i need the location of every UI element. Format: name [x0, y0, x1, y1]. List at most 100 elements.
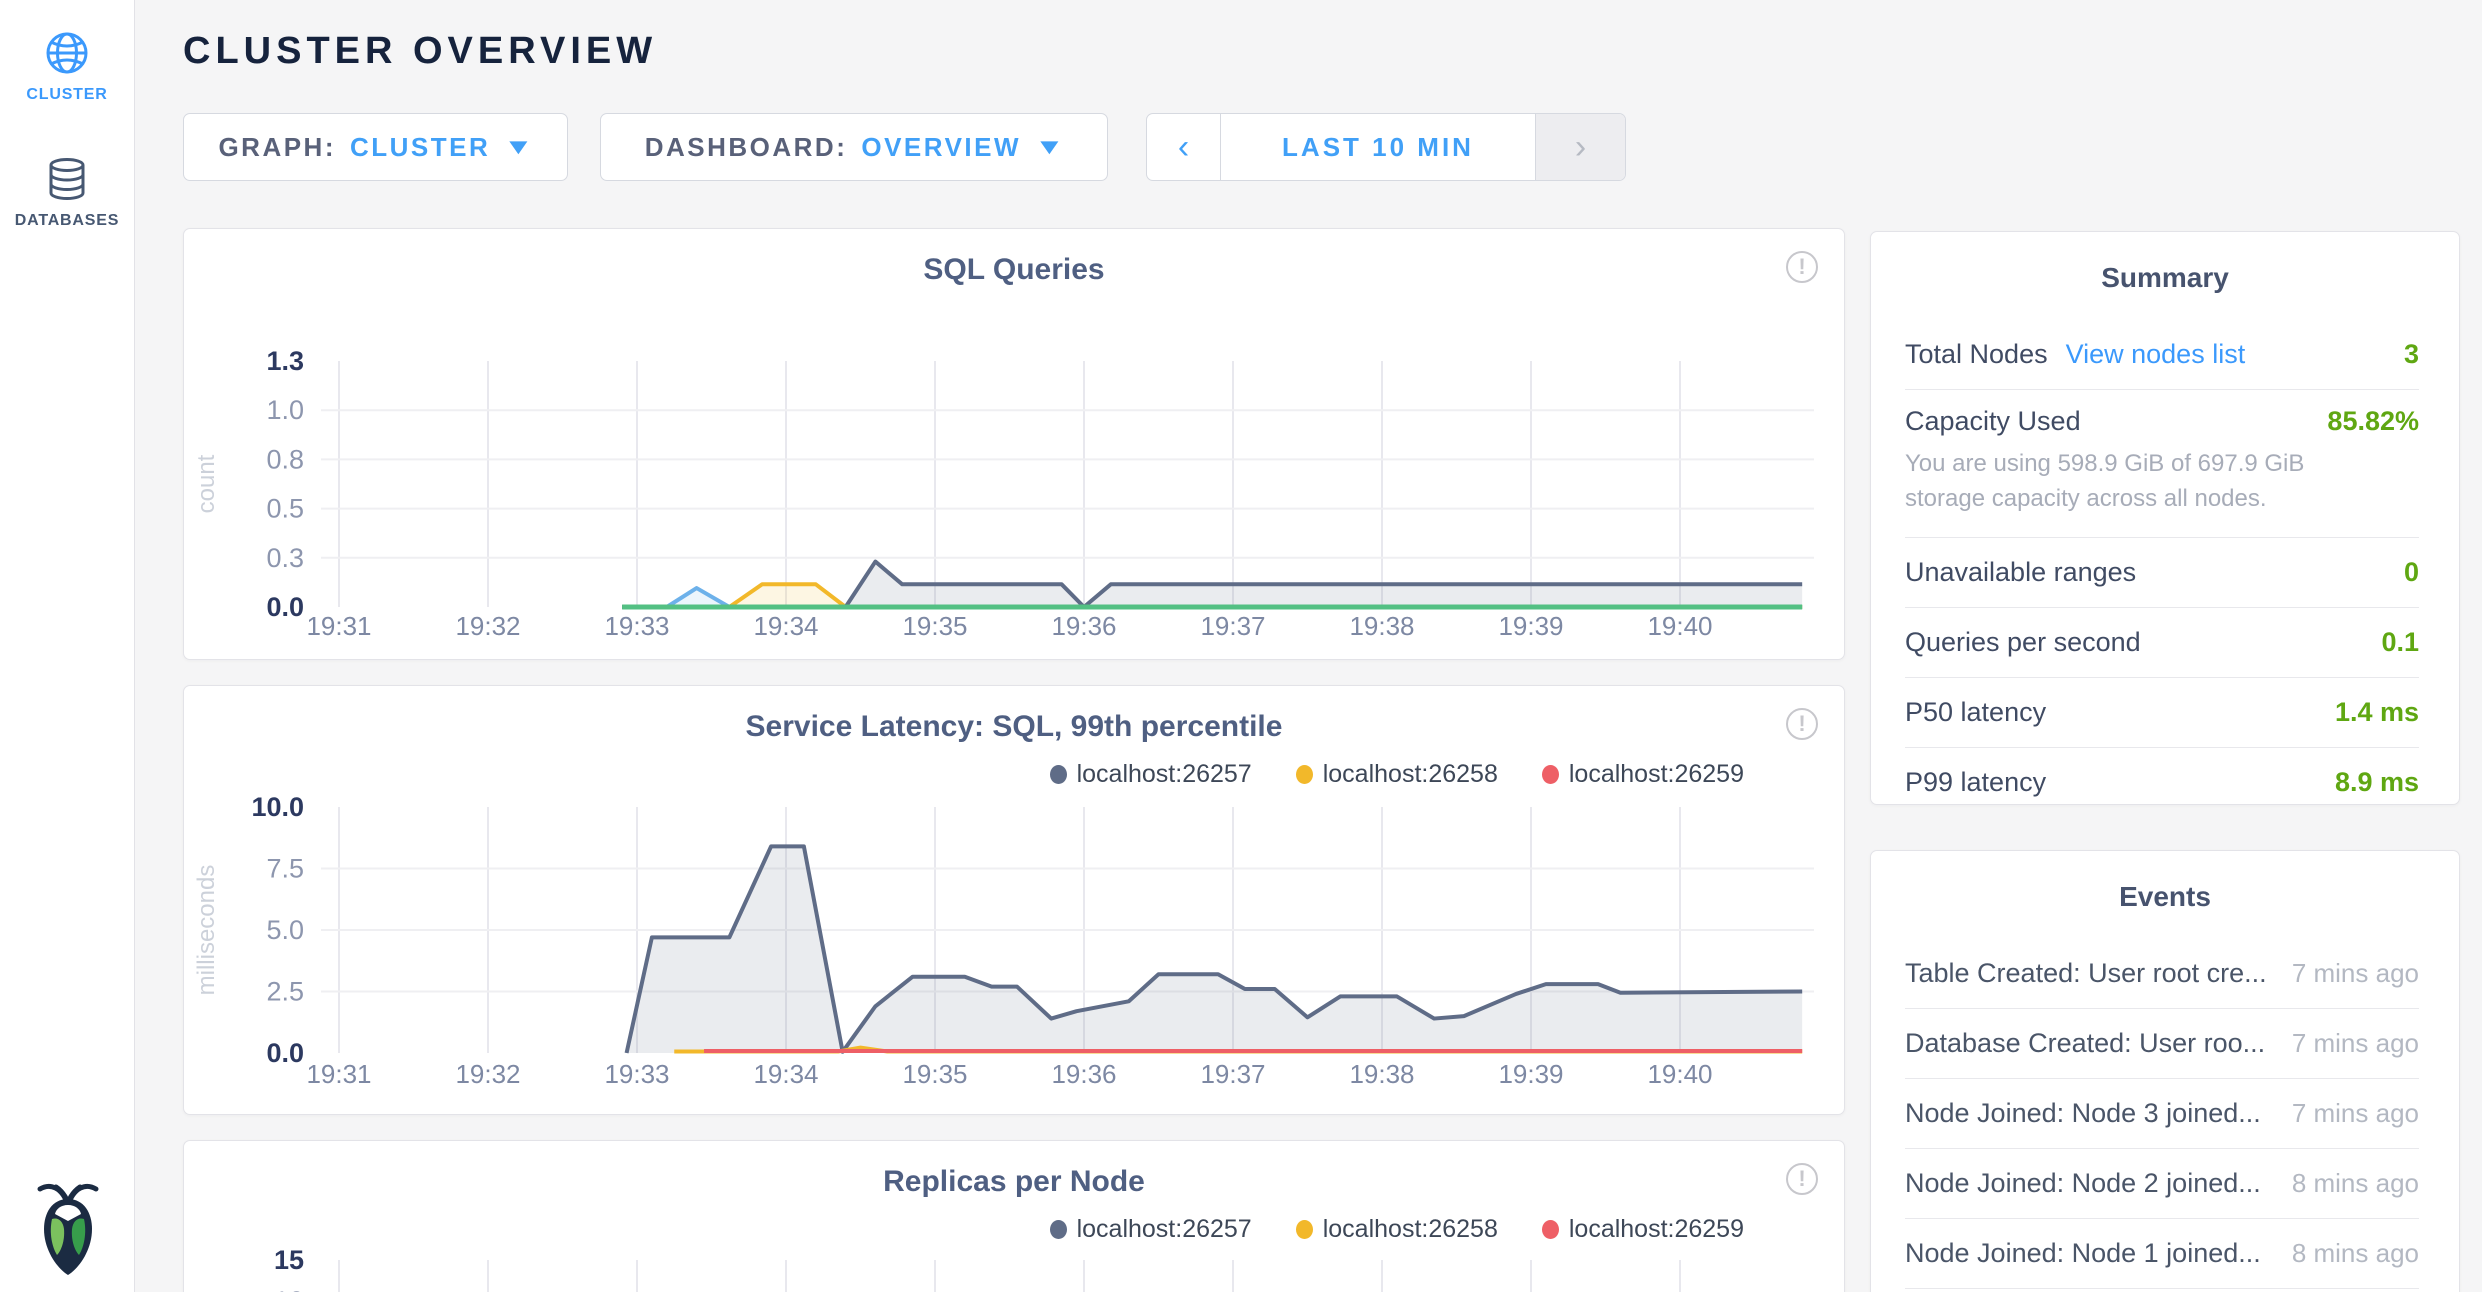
view-nodes-list-link[interactable]: View nodes list	[2066, 339, 2246, 370]
svg-text:5.0: 5.0	[266, 915, 304, 945]
svg-text:1.3: 1.3	[266, 349, 304, 376]
event-text: Node Joined: Node 2 joined...	[1905, 1168, 2261, 1199]
summary-value: 1.4 ms	[2335, 697, 2419, 728]
summary-value: 0.1	[2381, 627, 2419, 658]
summary-panel: Summary Total Nodes View nodes list 3 Ca…	[1870, 231, 2460, 805]
svg-text:10: 10	[274, 1286, 304, 1292]
chart-card-sql-queries: SQL Queries ! 19:3119:3219:3319:3419:351…	[183, 228, 1845, 660]
summary-value: 8.9 ms	[2335, 767, 2419, 798]
event-row[interactable]: Database Created: User roo... 7 mins ago	[1905, 1009, 2419, 1079]
event-row[interactable]: Node Joined: Node 3 joined... 7 mins ago	[1905, 1079, 2419, 1149]
event-text: Node Joined: Node 1 joined...	[1905, 1238, 2261, 1269]
legend-item[interactable]: localhost:26258	[1296, 1215, 1498, 1244]
summary-row-p50-latency: P50 latency 1.4 ms	[1905, 678, 2419, 748]
summary-row-p99-latency: P99 latency 8.9 ms	[1905, 748, 2419, 818]
database-icon	[44, 156, 90, 202]
summary-row-capacity-used: Capacity Used 85.82% You are using 598.9…	[1905, 390, 2419, 538]
event-text: Table Created: User root cre...	[1905, 958, 2267, 989]
legend-dot-icon	[1050, 1220, 1067, 1239]
svg-text:1.0: 1.0	[266, 395, 304, 425]
time-range-selector: ‹ LAST 10 MIN ›	[1146, 113, 1626, 181]
chart-title: SQL Queries	[184, 253, 1844, 287]
chart-legend: localhost:26257 localhost:26258 localhost:…	[1050, 758, 1744, 790]
svg-text:19:31: 19:31	[306, 611, 371, 641]
svg-text:19:39: 19:39	[1498, 1059, 1563, 1089]
chart-card-replicas-per-node: Replicas per Node ! localhost:26257local…	[183, 1140, 1845, 1292]
svg-text:19:39: 19:39	[1498, 611, 1563, 641]
svg-text:19:38: 19:38	[1349, 1059, 1414, 1089]
event-row[interactable]: Node Joined: Node 2 joined... 8 mins ago	[1905, 1149, 2419, 1219]
legend-label: localhost:26257	[1077, 760, 1252, 789]
sidebar-item-label: CLUSTER	[0, 86, 134, 104]
svg-text:7.5: 7.5	[266, 854, 304, 884]
legend-item[interactable]: localhost:26259	[1542, 1215, 1744, 1244]
svg-text:0.0: 0.0	[266, 1038, 304, 1068]
chart-title: Service Latency: SQL, 99th percentile	[184, 710, 1844, 744]
summary-label: Queries per second	[1905, 627, 2141, 658]
svg-text:0.8: 0.8	[266, 444, 304, 474]
svg-text:19:35: 19:35	[902, 1059, 967, 1089]
info-icon[interactable]: !	[1786, 251, 1818, 283]
svg-text:milliseconds: milliseconds	[193, 865, 220, 996]
page-title: CLUSTER OVERVIEW	[183, 30, 657, 73]
summary-value: 0	[2404, 557, 2419, 588]
info-icon[interactable]: !	[1786, 708, 1818, 740]
chart-card-service-latency: Service Latency: SQL, 99th percentile ! …	[183, 685, 1845, 1115]
service-latency-chart[interactable]: 19:3119:3219:3319:3419:3519:3619:3719:38…	[184, 791, 1846, 1105]
event-time: 8 mins ago	[2292, 1168, 2419, 1199]
legend-label: localhost:26257	[1077, 1215, 1252, 1244]
summary-value: 3	[2404, 339, 2419, 370]
event-text: Node Joined: Node 3 joined...	[1905, 1098, 2261, 1129]
time-range-label[interactable]: LAST 10 MIN	[1221, 114, 1535, 180]
cockroach-icon	[30, 1175, 106, 1279]
chevron-down-icon: ▼	[1034, 134, 1068, 160]
svg-text:0.0: 0.0	[266, 592, 304, 622]
legend-dot-icon	[1542, 1220, 1559, 1239]
sidebar-item-label: DATABASES	[0, 212, 134, 230]
dashboard-dropdown-label: DASHBOARD:	[645, 132, 848, 163]
graph-dropdown[interactable]: GRAPH: CLUSTER ▼	[183, 113, 568, 181]
summary-rows: Total Nodes View nodes list 3 Capacity U…	[1905, 320, 2419, 818]
legend-item[interactable]: localhost:26259	[1542, 760, 1744, 789]
svg-text:19:37: 19:37	[1200, 611, 1265, 641]
main-content: CLUSTER OVERVIEW GRAPH: CLUSTER ▼ DASHBO…	[136, 0, 2482, 1292]
legend-item[interactable]: localhost:26257	[1050, 1215, 1252, 1244]
event-time: 8 mins ago	[2292, 1238, 2419, 1269]
time-prev-button[interactable]: ‹	[1147, 114, 1221, 180]
summary-row-queries-per-second: Queries per second 0.1	[1905, 608, 2419, 678]
cockroachdb-logo[interactable]	[0, 1175, 135, 1284]
sidebar: CLUSTER DATABASES	[0, 0, 135, 1292]
svg-text:19:34: 19:34	[753, 611, 818, 641]
time-next-button[interactable]: ›	[1535, 114, 1625, 180]
summary-label: P50 latency	[1905, 697, 2046, 728]
legend-item[interactable]: localhost:26257	[1050, 760, 1252, 789]
svg-text:19:33: 19:33	[604, 1059, 669, 1089]
svg-text:19:32: 19:32	[455, 611, 520, 641]
event-row[interactable]: Table Created: User root cre... 7 mins a…	[1905, 939, 2419, 1009]
summary-label: Unavailable ranges	[1905, 557, 2136, 588]
sql-queries-chart[interactable]: 19:3119:3219:3319:3419:3519:3619:3719:38…	[184, 349, 1846, 651]
graph-dropdown-label: GRAPH:	[218, 132, 336, 163]
event-row[interactable]: Node Joined: Node 1 joined... 8 mins ago	[1905, 1219, 2419, 1289]
app-root: CLUSTER DATABASES	[0, 0, 2482, 1292]
legend-label: localhost:26259	[1569, 760, 1744, 789]
replicas-per-node-chart[interactable]: 1510	[184, 1246, 1846, 1292]
dashboard-dropdown[interactable]: DASHBOARD: OVERVIEW ▼	[600, 113, 1108, 181]
events-heading: Events	[1871, 851, 2459, 913]
svg-text:19:36: 19:36	[1051, 611, 1116, 641]
svg-text:19:32: 19:32	[455, 1059, 520, 1089]
sidebar-item-databases[interactable]: DATABASES	[0, 104, 134, 230]
legend-label: localhost:26258	[1323, 760, 1498, 789]
summary-row-total-nodes: Total Nodes View nodes list 3	[1905, 320, 2419, 390]
legend-item[interactable]: localhost:26258	[1296, 760, 1498, 789]
legend-dot-icon	[1296, 765, 1313, 784]
graph-dropdown-value: CLUSTER	[350, 132, 490, 163]
svg-text:19:40: 19:40	[1647, 611, 1712, 641]
info-icon[interactable]: !	[1786, 1163, 1818, 1195]
chart-legend: localhost:26257 localhost:26258 localhost:…	[1050, 1213, 1744, 1245]
svg-text:19:31: 19:31	[306, 1059, 371, 1089]
svg-text:19:33: 19:33	[604, 611, 669, 641]
legend-dot-icon	[1542, 765, 1559, 784]
svg-text:19:37: 19:37	[1200, 1059, 1265, 1089]
sidebar-item-cluster[interactable]: CLUSTER	[0, 0, 134, 104]
